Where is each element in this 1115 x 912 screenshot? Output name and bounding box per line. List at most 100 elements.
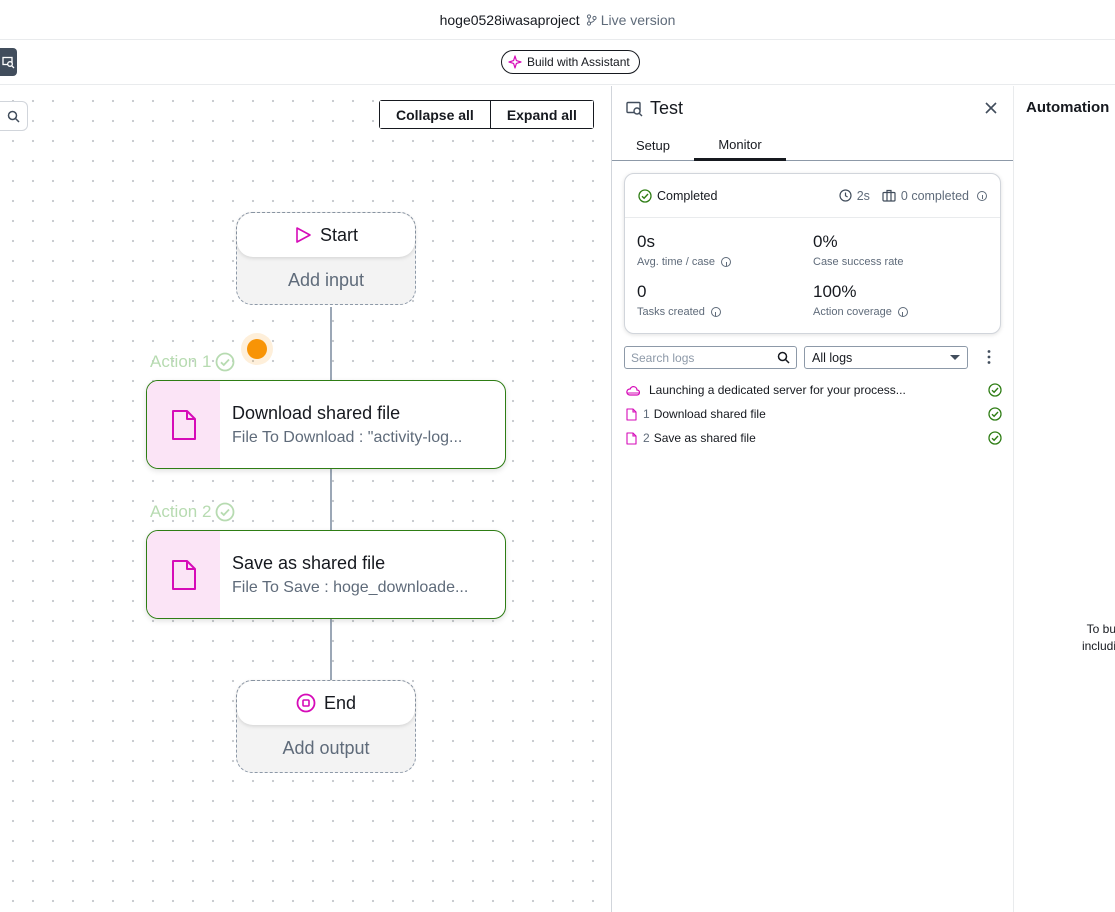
workflow-canvas[interactable]: Collapse all Expand all Start Add input … xyxy=(0,86,611,912)
metric-avg-time: 0s Avg. time / case xyxy=(637,232,732,268)
metric-label: Avg. time / case xyxy=(637,256,732,268)
log-filter-select[interactable]: All logs xyxy=(804,346,968,369)
file-icon xyxy=(626,407,637,421)
version-indicator[interactable]: Live version xyxy=(586,11,676,28)
info-icon[interactable] xyxy=(897,307,908,317)
metric-value: 100% xyxy=(813,282,857,301)
run-status-label: Completed xyxy=(657,188,718,203)
search-icon[interactable] xyxy=(777,351,790,364)
metric-value: 0s xyxy=(637,232,655,251)
action-1-label-text: Action 1 xyxy=(150,352,212,371)
search-logs-input[interactable] xyxy=(631,350,777,365)
automation-text-line: To bu xyxy=(1086,622,1115,636)
metric-tasks-created: 0 Tasks created xyxy=(637,282,721,318)
add-input-button[interactable]: Add input xyxy=(237,257,415,304)
expand-all-button[interactable]: Expand all xyxy=(489,101,593,128)
log-item[interactable]: Launching a dedicated server for your pr… xyxy=(626,380,1002,400)
more-options-icon[interactable] xyxy=(986,349,992,365)
action-icon-container xyxy=(147,531,220,618)
version-label: Live version xyxy=(600,11,676,28)
run-summary-card: Completed 2s 0 completed 0s Avg. time / … xyxy=(624,173,1001,334)
action-subtitle: File To Download : "activity-log... xyxy=(232,429,463,446)
log-filter-value: All logs xyxy=(812,350,853,365)
end-node-header: End xyxy=(237,681,415,725)
tab-monitor[interactable]: Monitor xyxy=(694,130,786,161)
action-1-label: Action 1 xyxy=(150,352,235,372)
action-title: Download shared file xyxy=(232,403,401,423)
search-icon xyxy=(7,110,20,123)
action-2-label: Action 2 xyxy=(150,502,235,522)
completed-count: 0 completed xyxy=(900,188,969,203)
connector-line xyxy=(330,307,332,380)
log-text: Save as shared file xyxy=(653,431,756,445)
log-step-number: 1 xyxy=(643,407,650,421)
play-icon xyxy=(296,227,311,243)
add-output-button[interactable]: Add output xyxy=(237,725,415,772)
metric-label: Tasks created xyxy=(637,306,721,318)
start-node-header: Start xyxy=(237,213,415,257)
collapse-all-button[interactable]: Collapse all xyxy=(380,101,490,128)
stop-circle-icon xyxy=(296,693,316,713)
file-icon xyxy=(171,559,196,590)
search-logs-field xyxy=(624,346,797,369)
monitor-search-icon xyxy=(2,56,15,68)
assistant-button-label: Build with Assistant xyxy=(527,55,630,69)
start-node[interactable]: Start Add input xyxy=(236,212,416,305)
info-icon[interactable] xyxy=(721,257,732,267)
action-card-download-shared-file[interactable]: Download shared file File To Download : … xyxy=(146,380,506,469)
automation-panel-title: Automation xyxy=(1026,99,1110,116)
run-status: Completed xyxy=(638,189,717,203)
run-summary-header: Completed 2s 0 completed xyxy=(625,174,1000,218)
canvas-search-button[interactable] xyxy=(0,101,28,131)
check-circle-icon xyxy=(216,352,235,372)
automation-panel-text: To bu includi xyxy=(1014,621,1115,655)
success-check-icon xyxy=(988,383,1002,397)
test-panel-toggle[interactable] xyxy=(0,48,17,76)
end-label: End xyxy=(323,692,357,713)
action-2-label-text: Action 2 xyxy=(150,502,212,521)
action-text: Save as shared file File To Save : hoge_… xyxy=(220,531,505,618)
monitor-search-icon xyxy=(626,101,643,116)
info-icon[interactable] xyxy=(977,190,987,201)
action-title: Save as shared file xyxy=(232,553,386,573)
action-icon-container xyxy=(147,381,220,468)
log-item[interactable]: 2 Save as shared file xyxy=(626,428,1002,448)
cloud-icon xyxy=(626,385,640,396)
top-bar: hoge0528iwasaproject Live version xyxy=(0,0,1115,40)
run-meta: 2s 0 completed xyxy=(839,189,987,203)
collapse-expand-group: Collapse all Expand all xyxy=(379,100,594,129)
clock-icon xyxy=(839,189,852,202)
connector-line xyxy=(330,619,332,680)
action-card-save-as-shared-file[interactable]: Save as shared file File To Save : hoge_… xyxy=(146,530,506,619)
automation-text-line: includi xyxy=(1081,639,1115,653)
action-subtitle: File To Save : hoge_downloade... xyxy=(232,579,469,596)
project-name: hoge0528iwasaproject xyxy=(439,11,580,28)
tab-setup[interactable]: Setup xyxy=(624,130,682,161)
info-icon[interactable] xyxy=(710,307,721,317)
check-circle-icon xyxy=(216,502,235,522)
metric-label-text: Action coverage xyxy=(813,306,892,318)
metric-value: 0% xyxy=(813,232,838,251)
run-duration: 2s xyxy=(856,188,870,203)
metric-label-text: Tasks created xyxy=(637,306,705,318)
test-panel-tabs: Setup Monitor xyxy=(612,130,1013,161)
sparkle-icon xyxy=(508,55,522,69)
action-text: Download shared file File To Download : … xyxy=(220,381,505,468)
connector-line xyxy=(330,469,332,530)
metric-label-text: Case success rate xyxy=(813,256,904,268)
log-step-number: 2 xyxy=(643,431,650,445)
test-panel-title: Test xyxy=(626,98,683,119)
end-node[interactable]: End Add output xyxy=(236,680,416,773)
metric-label-text: Avg. time / case xyxy=(637,256,716,268)
caret-down-icon xyxy=(950,355,960,360)
metric-value: 0 xyxy=(637,282,647,301)
success-check-icon xyxy=(988,407,1002,421)
test-panel-title-text: Test xyxy=(650,98,684,118)
build-with-assistant-button[interactable]: Build with Assistant xyxy=(501,50,640,74)
metric-action-coverage: 100% Action coverage xyxy=(813,282,908,318)
log-item[interactable]: 1 Download shared file xyxy=(626,404,1002,424)
metric-label: Action coverage xyxy=(813,306,908,318)
automation-panel: Automation To bu includi xyxy=(1013,86,1115,912)
close-icon[interactable] xyxy=(983,100,999,116)
log-text: Download shared file xyxy=(653,407,766,421)
